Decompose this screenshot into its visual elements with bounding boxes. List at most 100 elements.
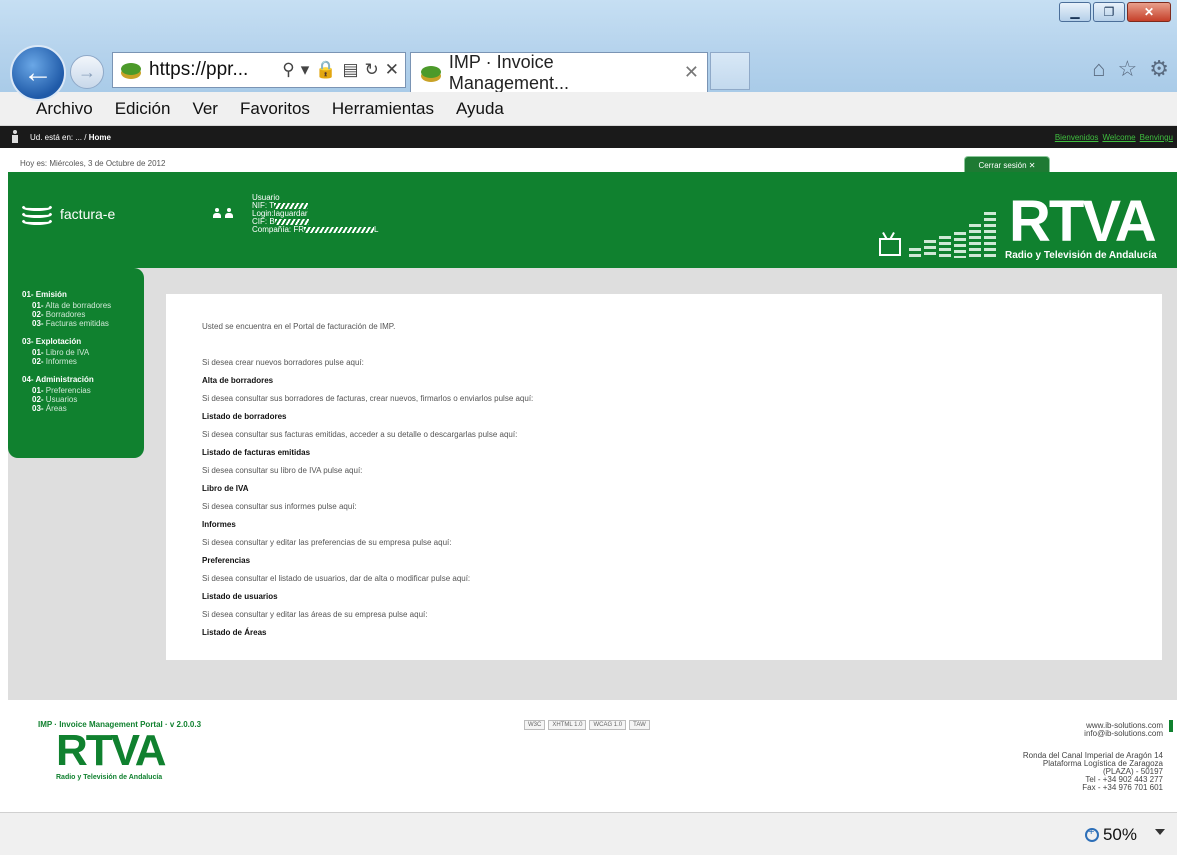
address-tools: ⚲ ▾ 🔒 ▤ ↻ ✕ xyxy=(282,60,399,80)
block-text: Si desea consultar el listado de usuario… xyxy=(202,574,471,583)
link-alta-borradores[interactable]: Alta de borradores xyxy=(202,372,1162,390)
menu-ayuda[interactable]: Ayuda xyxy=(456,99,504,119)
stop-icon[interactable]: ✕ xyxy=(385,60,399,80)
browser-tools: ⌂ ☆ ⚙ xyxy=(1092,56,1169,82)
window-controls: ▁ ❐ ✕ xyxy=(1059,2,1171,22)
link-preferencias[interactable]: Preferencias xyxy=(202,552,1162,570)
new-tab-button[interactable] xyxy=(710,52,750,90)
restore-button[interactable]: ❐ xyxy=(1093,2,1125,22)
sidebar-section-explotacion: 03- Explotación xyxy=(22,337,82,346)
footer-rtva-mark: RTVA xyxy=(56,726,167,775)
sidebar-item-usuarios[interactable]: 02- Usuarios xyxy=(22,395,144,404)
block-text: Si desea consultar sus facturas emitidas… xyxy=(202,430,518,439)
link-informes[interactable]: Informes xyxy=(202,516,1162,534)
block-text: Si desea consultar su libro de IVA pulse… xyxy=(202,466,363,475)
sidebar-item-areas[interactable]: 03- Áreas xyxy=(22,404,144,413)
sidebar: 01- Emisión 01- Alta de borradores 02- B… xyxy=(8,268,144,458)
footer-email-link[interactable]: info@ib-solutions.com xyxy=(1023,730,1163,738)
brand-name: factura-e xyxy=(60,206,116,222)
footer-address-line: Fax - +34 976 701 601 xyxy=(1082,783,1163,792)
sidebar-item-libro-iva[interactable]: 01- Libro de IVA xyxy=(22,348,144,357)
compat-view-icon[interactable]: ▤ xyxy=(342,60,358,80)
site-favicon-icon xyxy=(119,60,143,80)
user-company: Compañía: FR xyxy=(252,225,305,234)
info-icon xyxy=(1169,720,1173,732)
block-text: Si desea consultar sus borradores de fac… xyxy=(202,394,534,403)
menu-herramientas[interactable]: Herramientas xyxy=(332,99,434,119)
forward-button[interactable]: → xyxy=(70,55,104,89)
refresh-icon[interactable]: ↻ xyxy=(365,60,379,80)
menu-ver[interactable]: Ver xyxy=(192,99,218,119)
lang-link-en[interactable]: Welcome xyxy=(1102,133,1135,142)
arrow-right-icon: → xyxy=(78,61,96,82)
rtva-header-logo: RTVA Radio y Televisión de Andalucía xyxy=(869,188,1169,274)
back-button[interactable]: ← xyxy=(10,45,66,101)
menu-archivo[interactable]: Archivo xyxy=(36,99,93,119)
menu-bar: Archivo Edición Ver Favoritos Herramient… xyxy=(0,92,1177,126)
link-listado-usuarios[interactable]: Listado de usuarios xyxy=(202,588,1162,606)
badge-wcag[interactable]: WCAG 1.0 xyxy=(589,720,627,730)
footer-contact: www.ib-solutions.com info@ib-solutions.c… xyxy=(1023,722,1163,792)
main-panel: Usted se encuentra en el Portal de factu… xyxy=(166,294,1162,660)
zoom-dropdown-icon[interactable] xyxy=(1155,829,1165,835)
sidebar-section-emision: 01- Emisión xyxy=(22,290,67,299)
badge-xhtml[interactable]: XHTML 1.0 xyxy=(548,720,587,730)
menu-favoritos[interactable]: Favoritos xyxy=(240,99,310,119)
intro-text: Usted se encuentra en el Portal de factu… xyxy=(202,322,396,331)
sidebar-section-administracion: 04- Administración xyxy=(22,375,94,384)
user-info: Usuario NIF: T Login:laguardar CIF: B Co… xyxy=(252,193,379,234)
gear-icon[interactable]: ⚙ xyxy=(1149,56,1169,82)
block-text: Si desea consultar sus informes pulse aq… xyxy=(202,502,357,511)
minimize-button[interactable]: ▁ xyxy=(1059,2,1091,22)
dropdown-icon[interactable]: ▾ xyxy=(301,60,310,80)
rtva-mark: RTVA xyxy=(1009,189,1157,254)
tab-close-icon[interactable]: ✕ xyxy=(684,62,699,83)
zoom-level: 50% xyxy=(1102,825,1137,844)
link-listado-borradores[interactable]: Listado de borradores xyxy=(202,408,1162,426)
address-url[interactable]: https://ppr... xyxy=(149,59,248,81)
lang-link-ca[interactable]: Benvingu xyxy=(1140,133,1173,142)
language-links: Bienvenidos Welcome Benvingu xyxy=(1055,133,1177,142)
tab-title: IMP · Invoice Management... xyxy=(448,51,569,93)
tab-favicon-icon xyxy=(419,63,443,83)
page-header: factura-e Usuario NIF: T Login:laguardar… xyxy=(8,172,1177,280)
favorites-star-icon[interactable]: ☆ xyxy=(1118,56,1138,82)
status-bar: 50% xyxy=(0,812,1177,855)
stack-logo-icon xyxy=(22,200,52,228)
person-icon xyxy=(10,130,20,144)
tab-active[interactable]: IMP · Invoice Management... ✕ xyxy=(410,51,708,93)
arrow-left-icon: ← xyxy=(23,56,53,89)
lang-link-es[interactable]: Bienvenidos xyxy=(1055,133,1099,142)
web-page: Ud. está en: ... / Home Bienvenidos Welc… xyxy=(0,126,1177,812)
date-line: Hoy es: Miércoles, 3 de Octubre de 2012 xyxy=(20,159,166,168)
link-libro-iva[interactable]: Libro de IVA xyxy=(202,480,1162,498)
top-strip: Ud. está en: ... / Home Bienvenidos Welc… xyxy=(0,126,1177,148)
address-bar[interactable]: https://ppr... ⚲ ▾ 🔒 ▤ ↻ ✕ xyxy=(112,52,406,88)
sidebar-item-alta-borradores[interactable]: 01- Alta de borradores xyxy=(22,301,144,310)
sidebar-item-borradores[interactable]: 02- Borradores xyxy=(22,310,144,319)
equalizer-bars xyxy=(909,210,996,258)
link-listado-facturas[interactable]: Listado de facturas emitidas xyxy=(202,444,1162,462)
badge-taw[interactable]: TAW xyxy=(629,720,650,730)
sidebar-item-facturas-emitidas[interactable]: 03- Facturas emitidas xyxy=(22,319,144,328)
search-icon[interactable]: ⚲ xyxy=(282,60,294,80)
lock-icon[interactable]: 🔒 xyxy=(315,60,336,80)
block-text: Si desea crear nuevos borradores pulse a… xyxy=(202,358,364,367)
breadcrumb: Ud. está en: ... / Home xyxy=(30,132,111,142)
validation-badges: W3C XHTML 1.0 WCAG 1.0 TAW xyxy=(524,720,650,730)
close-window-button[interactable]: ✕ xyxy=(1127,2,1171,22)
sidebar-item-informes[interactable]: 02- Informes xyxy=(22,357,144,366)
home-icon[interactable]: ⌂ xyxy=(1092,56,1105,82)
factura-e-logo[interactable]: factura-e xyxy=(22,200,115,228)
zoom-control[interactable]: 50% xyxy=(1084,825,1137,845)
block-text: Si desea consultar y editar las preferen… xyxy=(202,538,452,547)
link-listado-areas[interactable]: Listado de Áreas xyxy=(202,624,1162,642)
sidebar-item-preferencias[interactable]: 01- Preferencias xyxy=(22,386,144,395)
breadcrumb-home[interactable]: Home xyxy=(89,133,111,142)
zoom-icon xyxy=(1084,826,1099,842)
badge-w3c[interactable]: W3C xyxy=(524,720,546,730)
users-icon xyxy=(213,208,233,218)
page-footer: IMP · Invoice Management Portal · v 2.0.… xyxy=(0,700,1177,812)
menu-edicion[interactable]: Edición xyxy=(115,99,171,119)
block-text: Si desea consultar y editar las áreas de… xyxy=(202,610,428,619)
